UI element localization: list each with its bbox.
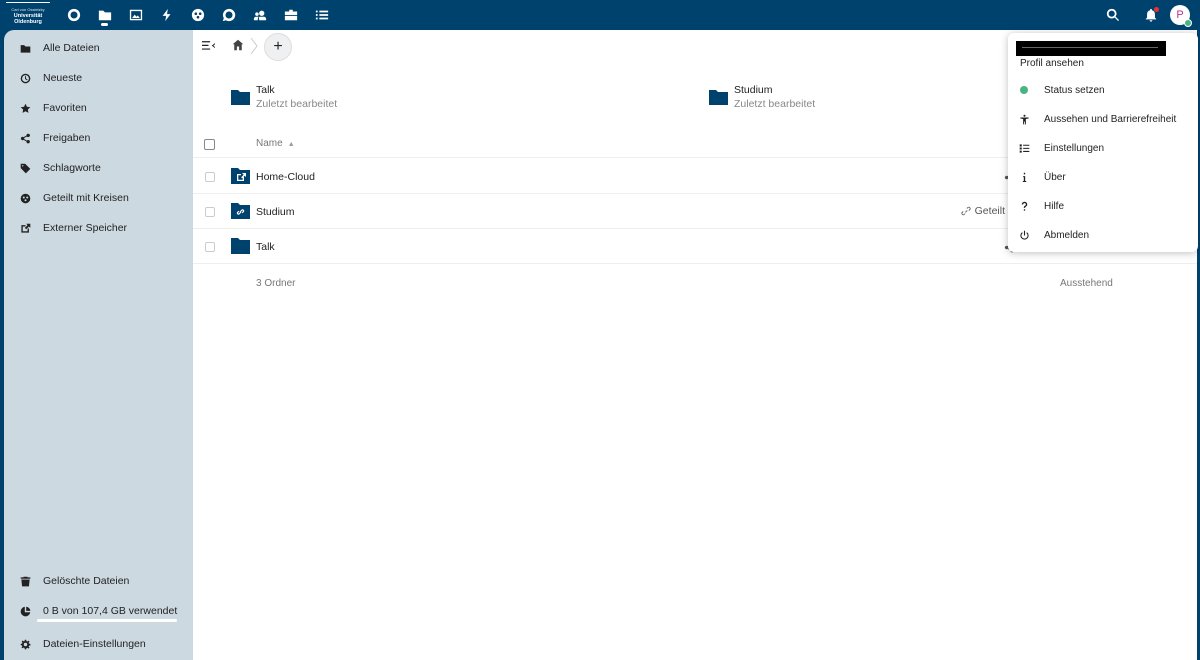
external-folder-icon <box>231 168 250 184</box>
app-activity[interactable] <box>151 0 182 30</box>
external-icon <box>20 223 30 233</box>
sidebar-item-recent[interactable]: Neueste <box>4 63 193 93</box>
files-sidebar: Alle Dateien Neueste Favoriten Freigaben… <box>4 30 193 660</box>
briefcase-icon <box>284 9 297 21</box>
recent-item[interactable]: Studium Zuletzt bearbeitet <box>709 84 815 111</box>
view-profile-link[interactable]: Profil ansehen <box>1020 58 1084 69</box>
sidebar-item-tags[interactable]: Schlagworte <box>4 153 193 183</box>
plus-icon: + <box>273 38 283 55</box>
app-deck[interactable] <box>275 0 306 30</box>
university-logo[interactable]: Carl von Ossietzky Universität Oldenburg <box>6 2 50 28</box>
folder-icon <box>20 44 30 53</box>
circles-icon <box>191 8 204 22</box>
notifications-button[interactable] <box>1132 0 1170 30</box>
top-header: Carl von Ossietzky Universität Oldenburg <box>0 0 1200 30</box>
sort-asc-icon: ▲ <box>287 141 295 148</box>
folder-icon <box>98 10 111 21</box>
link-folder-icon <box>231 203 250 219</box>
unified-search-button[interactable] <box>1094 0 1132 30</box>
clock-icon <box>20 73 30 83</box>
sidebar-item-shares[interactable]: Freigaben <box>4 123 193 153</box>
circle-icon <box>67 8 80 22</box>
online-status-indicator <box>1184 19 1192 27</box>
sidebar-item-all-files[interactable]: Alle Dateien <box>4 33 193 63</box>
file-summary: 3 Ordner <box>256 278 296 289</box>
list-icon <box>315 10 328 20</box>
user-avatar[interactable]: P <box>1170 5 1192 27</box>
select-all-checkbox[interactable] <box>204 139 215 150</box>
app-files[interactable] <box>89 0 120 30</box>
menu-item-about[interactable]: Über <box>1008 164 1198 190</box>
row-checkbox[interactable] <box>205 242 215 252</box>
app-photos[interactable] <box>120 0 151 30</box>
image-icon <box>129 9 142 21</box>
breadcrumb-separator <box>250 37 258 55</box>
quota-progress-bar <box>37 619 177 622</box>
app-tasks[interactable] <box>306 0 337 30</box>
sidebar-item-files-settings[interactable]: Dateien-Einstellungen <box>4 629 193 659</box>
folder-icon <box>231 238 250 254</box>
menu-item-set-status[interactable]: Status setzen <box>1008 77 1198 103</box>
link-icon <box>961 206 971 216</box>
sidebar-toggle-button[interactable] <box>202 40 216 52</box>
trash-icon <box>20 576 30 586</box>
app-contacts[interactable] <box>244 0 275 30</box>
accessibility-icon <box>1019 114 1029 124</box>
folder-icon <box>709 90 728 105</box>
row-checkbox[interactable] <box>205 207 215 217</box>
sidebar-item-external-storage[interactable]: Externer Speicher <box>4 213 193 243</box>
app-dashboard[interactable] <box>58 0 89 30</box>
share-icon <box>20 133 30 143</box>
menu-collapse-icon <box>202 41 215 50</box>
circles-icon <box>20 193 30 203</box>
folder-icon <box>231 90 250 105</box>
menu-item-help[interactable]: Hilfe <box>1008 193 1198 219</box>
new-button[interactable]: + <box>264 33 292 61</box>
home-icon <box>232 39 244 51</box>
gear-icon <box>20 639 30 649</box>
sort-by-name[interactable]: Name ▲ <box>256 138 295 149</box>
user-menu: Profil ansehen Status setzen Aussehen un… <box>1008 33 1198 252</box>
app-talk[interactable] <box>213 0 244 30</box>
recent-item[interactable]: Talk Zuletzt bearbeitet <box>231 84 337 111</box>
app-circles[interactable] <box>182 0 213 30</box>
power-icon <box>1019 230 1029 240</box>
row-checkbox[interactable] <box>205 172 215 182</box>
header-right: P <box>1094 0 1200 30</box>
contacts-icon <box>253 10 266 21</box>
menu-item-appearance[interactable]: Aussehen und Barrierefreiheit <box>1008 106 1198 132</box>
app-menu <box>58 0 337 30</box>
settings-list-icon <box>1019 143 1029 153</box>
menu-item-logout[interactable]: Abmelden <box>1008 222 1198 248</box>
help-icon <box>1021 201 1027 211</box>
notification-badge <box>1154 7 1159 12</box>
search-icon <box>1106 8 1120 22</box>
menu-item-settings[interactable]: Einstellungen <box>1008 135 1198 161</box>
info-icon <box>1022 172 1026 182</box>
status-dot-icon <box>1020 86 1028 94</box>
shared-link-button[interactable]: Geteilt <box>961 205 1005 217</box>
pie-chart-icon <box>20 606 30 616</box>
redacted-username <box>1016 41 1166 56</box>
sidebar-item-deleted-files[interactable]: Gelöschte Dateien <box>4 566 193 596</box>
breadcrumb-home[interactable] <box>232 39 244 54</box>
star-icon <box>20 103 30 113</box>
chat-icon <box>222 8 235 22</box>
tag-icon <box>20 163 30 173</box>
sidebar-item-favorites[interactable]: Favoriten <box>4 93 193 123</box>
sidebar-item-circles[interactable]: Geteilt mit Kreisen <box>4 183 193 213</box>
summary-status: Ausstehend <box>1060 278 1113 289</box>
lightning-icon <box>162 8 170 22</box>
